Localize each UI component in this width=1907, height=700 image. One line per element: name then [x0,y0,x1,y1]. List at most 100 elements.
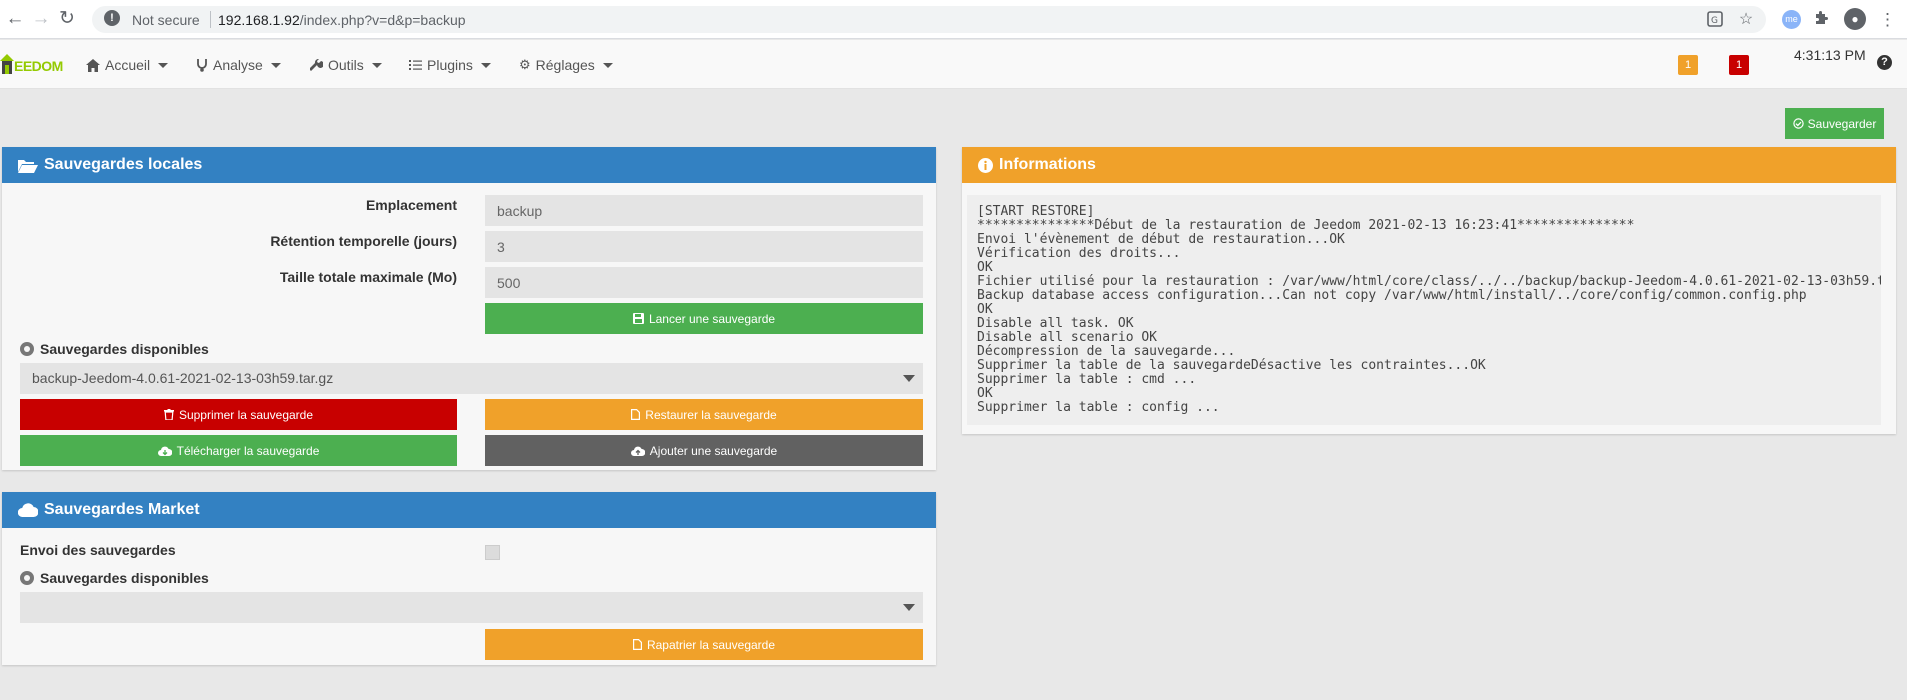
dropdown-arrow-icon [903,375,915,382]
send-backups-label: Envoi des sauvegardes [20,542,176,558]
logo-text: EEDOM [14,58,63,74]
informations-header: Informations [962,147,1896,183]
menu-plugins[interactable]: Plugins [409,55,491,75]
cloud-icon [18,503,38,517]
search-eye-icon [20,342,34,356]
log-line: Backup database access configuration...C… [977,288,1807,303]
svg-text:G: G [1711,16,1718,26]
warning-badge[interactable]: 1 [1678,55,1698,75]
bookmark-star-icon[interactable]: ☆ [1736,10,1756,30]
separator [210,11,211,28]
search-eye-icon [20,571,34,585]
security-label[interactable]: Not secure [132,12,200,28]
log-line: Disable all scenario OK [977,330,1158,345]
help-icon[interactable]: ? [1877,55,1892,70]
log-line: Supprimer la table : config ... [977,400,1220,415]
panel-title: Informations [999,156,1096,173]
button-label: Lancer une sauvegarde [648,311,776,326]
menu-label: Analyse [213,57,263,73]
danger-badge[interactable]: 1 [1729,55,1749,75]
trash-icon [163,409,174,420]
download-backup-button[interactable]: Télécharger la sauvegarde [20,435,457,466]
cloud-upload-icon [630,446,645,456]
launch-backup-button[interactable]: Lancer une sauvegarde [485,303,923,334]
location-input[interactable] [485,195,923,226]
market-backups-panel: Sauvegardes Market Envoi des sauvegardes… [2,492,936,665]
profile-avatar-small[interactable]: me [1782,10,1801,29]
clock: 4:31:13 PM [1794,47,1866,63]
caret-down-icon [480,62,491,68]
menu-label: Outils [328,57,364,73]
gear-icon: ⚙ [519,57,531,72]
log-line: Envoi l'évènement de début de restaurati… [977,232,1345,247]
file-icon [632,639,642,650]
floppy-icon [632,313,644,324]
menu-analyse[interactable]: Analyse [196,55,281,75]
reload-icon[interactable]: ↻ [56,8,78,30]
restore-backup-button[interactable]: Restaurer la sauvegarde [485,399,923,430]
market-available-label: Sauvegardes disponibles [20,570,209,586]
button-label: Ajouter une sauvegarde [649,443,778,458]
forward-arrow-icon[interactable]: → [30,8,52,30]
dropdown-arrow-icon [903,604,915,611]
log-line: OK [977,386,993,401]
stethoscope-icon [196,58,208,72]
add-backup-button[interactable]: Ajouter une sauvegarde [485,435,923,466]
logo-house-icon [0,54,14,74]
save-button[interactable]: Sauvegarder [1785,108,1884,139]
log-line: ***************Début de la restauration … [977,218,1635,233]
caret-down-icon [371,62,382,68]
max-size-input[interactable] [485,267,923,298]
menu-reglages[interactable]: ⚙ Réglages [519,55,613,75]
cloud-download-icon [157,446,172,456]
check-circle-icon [1792,118,1804,129]
translate-icon[interactable]: G [1706,10,1726,30]
warning-icon[interactable]: ! [104,10,120,26]
selected-backup: backup-Jeedom-4.0.61-2021-02-13-03h59.ta… [32,370,334,386]
log-line: Décompression de la sauvegarde... [977,344,1236,359]
caret-down-icon [602,62,613,68]
panel-title: Sauvegardes locales [44,156,203,173]
url-text[interactable]: 192.168.1.92/index.php?v=d&p=backup [218,12,466,28]
info-circle-icon [978,157,993,173]
menu-label: Plugins [427,57,473,73]
log-line: Vérification des droits... [977,246,1181,261]
button-label: Restaurer la sauvegarde [645,407,777,422]
market-backup-select[interactable] [20,592,923,623]
restore-log: [START RESTORE] ***************Début de l… [967,195,1881,425]
button-label: Rapatrier la sauvegarde [646,637,776,652]
file-icon [631,409,641,420]
app-navbar: EEDOM Accueil Analyse Outils Plugins ⚙ R… [0,40,1907,89]
browser-toolbar: ← → ↻ ! Not secure 192.168.1.92/index.ph… [0,0,1907,39]
location-label: Emplacement [365,197,457,213]
menu-accueil[interactable]: Accueil [86,55,169,75]
menu-outils[interactable]: Outils [310,55,382,75]
retention-input[interactable] [485,231,923,262]
caret-down-icon [158,62,169,68]
backup-select[interactable]: backup-Jeedom-4.0.61-2021-02-13-03h59.ta… [20,363,923,394]
repatriate-backup-button[interactable]: Rapatrier la sauvegarde [485,629,923,660]
available-backups-label: Sauvegardes disponibles [20,341,209,357]
more-menu-icon[interactable]: ⋮ [1877,9,1898,30]
log-line: Disable all task. OK [977,316,1134,331]
delete-backup-button[interactable]: Supprimer la sauvegarde [20,399,457,430]
home-icon [86,58,100,72]
panel-title: Sauvegardes Market [44,501,200,518]
address-bar[interactable]: ! Not secure 192.168.1.92/index.php?v=d&… [92,6,1766,33]
send-backups-checkbox[interactable] [485,545,500,560]
log-line: Supprimer la table de la sauvegardeDésac… [977,358,1486,373]
button-label: Télécharger la sauvegarde [176,443,320,458]
local-backups-header: Sauvegardes locales [2,147,936,183]
back-arrow-icon[interactable]: ← [4,8,26,30]
menu-label: Réglages [535,57,595,73]
extensions-puzzle-icon[interactable] [1812,9,1833,30]
jeedom-logo[interactable]: EEDOM [0,48,66,82]
menu-label: Accueil [105,57,151,73]
button-label: Supprimer la sauvegarde [178,407,314,422]
user-account-icon[interactable]: ● [1844,8,1866,30]
local-backups-panel: Sauvegardes locales Emplacement Rétentio… [2,147,936,470]
market-backups-header: Sauvegardes Market [2,492,936,528]
log-line: OK [977,260,993,275]
log-line: [START RESTORE] [977,204,1095,219]
log-line: OK [977,302,993,317]
